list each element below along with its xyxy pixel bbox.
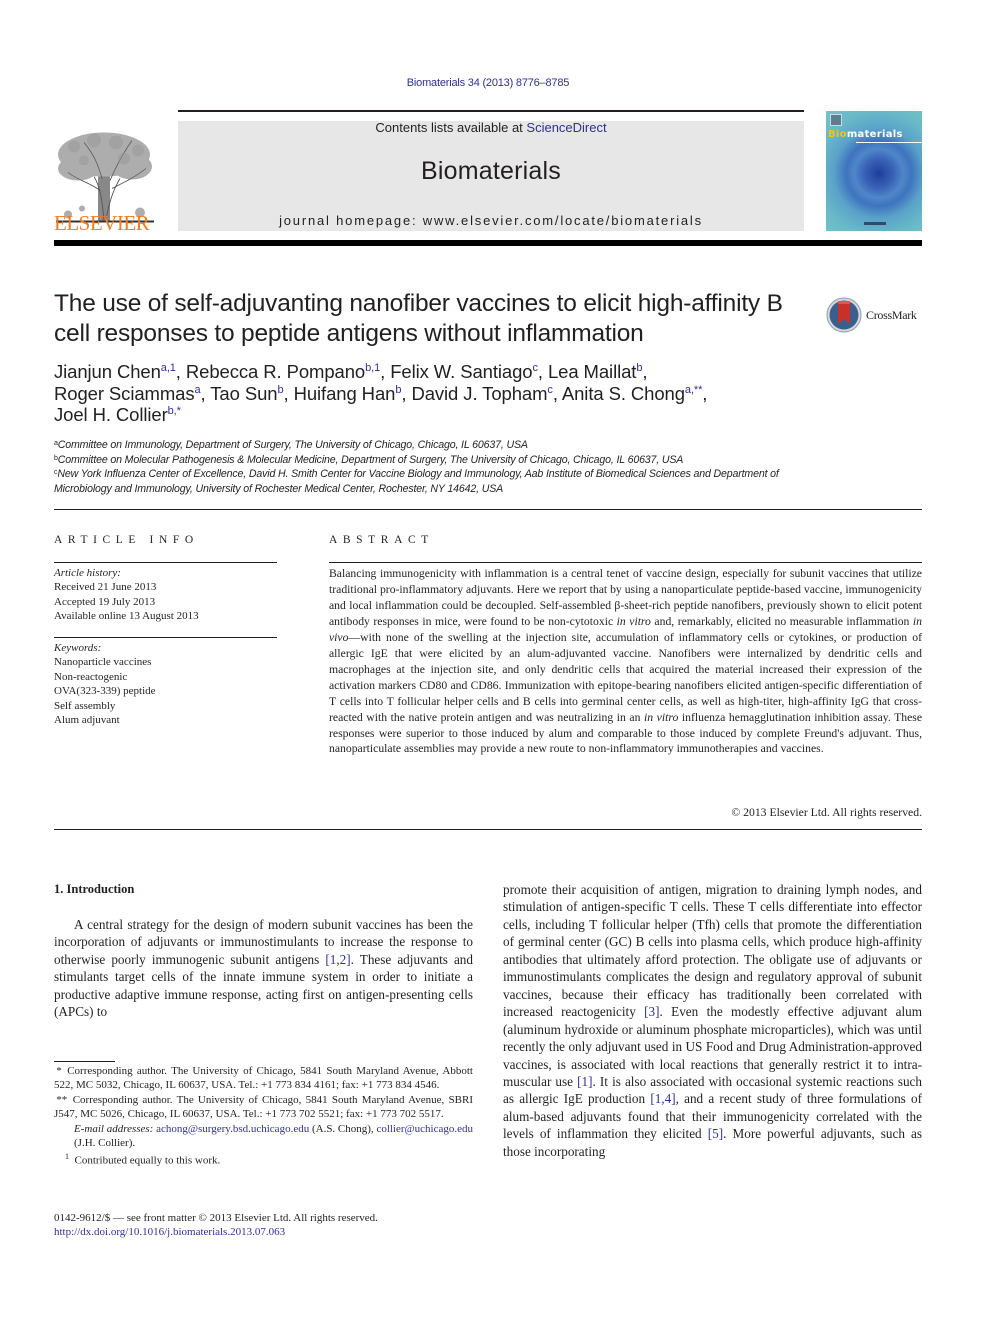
footnote-emails: E-mail addresses: achong@surgery.bsd.uch…: [54, 1122, 473, 1151]
affiliation: cNew York Influenza Center of Excellence…: [54, 467, 814, 496]
author[interactable]: Joel H. Collier: [54, 404, 168, 425]
affiliation-text: Committee on Molecular Pathogenesis & Mo…: [57, 453, 684, 466]
author[interactable]: Anita S. Chong: [562, 383, 685, 404]
author[interactable]: Rebecca R. Pompano: [186, 361, 365, 382]
email-link-collier[interactable]: collier@uchicago.edu: [376, 1123, 473, 1135]
author[interactable]: David J. Topham: [411, 383, 547, 404]
email-link-chong[interactable]: achong@surgery.bsd.uchicago.edu: [156, 1123, 309, 1135]
author[interactable]: Tao Sun: [210, 383, 277, 404]
author-affiliation-mark[interactable]: b,1: [365, 362, 380, 374]
email-label: E-mail addresses:: [74, 1122, 154, 1135]
doi-link[interactable]: http://dx.doi.org/10.1016/j.biomaterials…: [54, 1225, 378, 1239]
footnote-corresponding-1: * Corresponding author. The University o…: [54, 1065, 473, 1092]
front-matter: 0142-9612/$ — see front matter © 2013 El…: [54, 1211, 378, 1240]
affiliation-text: New York Influenza Center of Excellence,…: [54, 468, 779, 495]
footnote-rule: [54, 1061, 115, 1062]
body-text: promote their acquisition of antigen, mi…: [503, 882, 922, 1020]
author-affiliation-mark[interactable]: b: [277, 384, 283, 396]
keywords-label: Keywords:: [54, 642, 102, 654]
footnote-corresponding-2: ** Corresponding author. The University …: [54, 1093, 473, 1121]
cover-footer-mark: [864, 222, 886, 225]
author[interactable]: Felix W. Santiago: [390, 361, 532, 382]
abstract-italic: in vitro: [616, 614, 651, 628]
keyword: Non-reactogenic: [54, 670, 128, 683]
affiliation-text: Committee on Immunology, Department of S…: [57, 439, 528, 451]
article-info-heading: ARTICLE INFO: [54, 534, 199, 546]
journal-name: Biomaterials: [421, 157, 561, 185]
footnotes: * Corresponding author. The University o…: [54, 1064, 473, 1169]
keywords: Keywords: Nanoparticle vaccines Non-reac…: [54, 641, 284, 727]
divider: [54, 637, 277, 638]
author-affiliation-mark[interactable]: b: [395, 384, 401, 396]
history-received: Received 21 June 2013: [54, 581, 157, 594]
affiliation: bCommittee on Molecular Pathogenesis & M…: [54, 453, 814, 468]
author[interactable]: Roger Sciammas: [54, 383, 195, 404]
email-owner-chong: (A.S. Chong),: [309, 1122, 377, 1135]
affiliation: aCommittee on Immunology, Department of …: [54, 438, 814, 453]
author[interactable]: Jianjun Chen: [54, 361, 161, 382]
keyword: Alum adjuvant: [54, 714, 120, 727]
section-heading-introduction: 1. Introduction: [54, 882, 135, 896]
citation-link[interactable]: [1,2]: [325, 952, 350, 967]
cover-title-highlight: Bio: [828, 129, 847, 140]
cover-rule: [856, 142, 922, 143]
affiliation-list: aCommittee on Immunology, Department of …: [54, 438, 814, 496]
author-affiliation-mark[interactable]: a,**: [685, 384, 702, 396]
history-online: Available online 13 August 2013: [54, 610, 199, 623]
article-history: Article history: Received 21 June 2013 A…: [54, 566, 284, 624]
email-owner-collier: (J.H. Collier).: [74, 1137, 136, 1150]
footnote-equal-text: Contributed equally to this work.: [74, 1155, 221, 1168]
author-affiliation-mark[interactable]: c: [547, 384, 553, 396]
author[interactable]: Lea Maillat: [548, 361, 636, 382]
author-affiliation-mark[interactable]: b: [636, 362, 642, 374]
divider: [54, 829, 922, 830]
body-column-right: promote their acquisition of antigen, mi…: [503, 881, 922, 1160]
abstract-copyright: © 2013 Elsevier Ltd. All rights reserved…: [731, 806, 922, 819]
crossmark-label[interactable]: CrossMark: [866, 308, 917, 323]
citation-link[interactable]: [5]: [708, 1126, 723, 1141]
author-affiliation-mark[interactable]: a,1: [161, 362, 176, 374]
footnote-equal-contribution: 1 Contributed equally to this work.: [54, 1150, 473, 1168]
citation-link[interactable]: [3]: [644, 1004, 659, 1019]
author[interactable]: Huifang Han: [294, 383, 396, 404]
divider: [329, 562, 922, 563]
body-column-left: A central strategy for the design of mod…: [54, 916, 473, 1021]
journal-reference-link[interactable]: Biomaterials 34 (2013) 8776–8785: [0, 77, 976, 89]
keyword: Nanoparticle vaccines: [54, 656, 152, 669]
author-affiliation-mark[interactable]: b,*: [168, 405, 181, 417]
contents-prefix: Contents lists available at: [375, 120, 527, 135]
author-affiliation-mark[interactable]: c: [532, 362, 538, 374]
abstract-italic: in vitro: [644, 710, 679, 724]
sciencedirect-link[interactable]: ScienceDirect: [526, 120, 606, 135]
keyword: Self assembly: [54, 699, 116, 712]
masthead-bottom-rule: [54, 240, 922, 246]
author-list: Jianjun Chena,1, Rebecca R. Pompanob,1, …: [54, 361, 708, 425]
cover-title-rest: materials: [846, 129, 903, 140]
history-label: Article history:: [54, 567, 121, 579]
abstract-segment: and, remarkably, elicited no measurable …: [650, 614, 913, 628]
history-accepted: Accepted 19 July 2013: [54, 595, 156, 608]
footnote-mark: 1: [65, 1152, 69, 1162]
contents-availability: Contents lists available at ScienceDirec…: [178, 120, 804, 135]
masthead-top-rule: [178, 110, 804, 112]
divider: [54, 509, 922, 510]
divider: [54, 562, 277, 563]
abstract-heading: ABSTRACT: [329, 534, 434, 546]
cover-title: Biomaterials: [826, 129, 922, 140]
abstract-text: Balancing immunogenicity with inflammati…: [329, 566, 922, 757]
keyword: OVA(323-339) peptide: [54, 685, 156, 698]
journal-cover-image[interactable]: Biomaterials: [826, 111, 922, 231]
journal-homepage[interactable]: journal homepage: www.elsevier.com/locat…: [178, 213, 804, 228]
citation-link[interactable]: [1,4]: [650, 1091, 675, 1106]
elsevier-wordmark: ELSEVIER: [54, 211, 150, 235]
issn-line: 0142-9612/$ — see front matter © 2013 El…: [54, 1212, 378, 1224]
article-title: The use of self-adjuvanting nanofiber va…: [54, 290, 783, 347]
cover-publisher-badge-icon: [830, 114, 842, 126]
author-affiliation-mark[interactable]: a: [194, 384, 200, 396]
citation-link[interactable]: [1]: [577, 1074, 592, 1089]
